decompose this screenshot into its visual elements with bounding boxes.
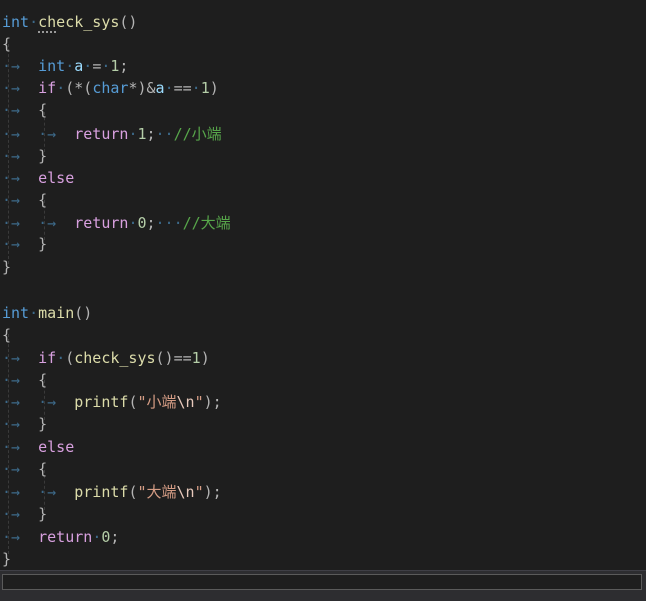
code-line[interactable]: ·→ ·→ printf("小端\n");	[2, 391, 222, 413]
escape-sequence: \n	[176, 393, 195, 411]
horizontal-scrollbar[interactable]	[0, 570, 646, 601]
scrollbar-thumb[interactable]	[2, 574, 642, 590]
keyword-int: int	[2, 13, 30, 31]
variable-a: a	[155, 79, 165, 97]
code-line[interactable]: ·→ ·→ return·0;···//大端	[2, 212, 231, 234]
code-line[interactable]: ·→ }	[2, 503, 47, 525]
code-line[interactable]: ·→ if·(*(char*)&a·==·1)	[2, 77, 219, 99]
function-name: check_sys	[38, 13, 120, 31]
keyword-int: int	[2, 304, 30, 322]
code-line[interactable]: ·→ else	[2, 436, 74, 458]
code-line[interactable]: ·→ {	[2, 458, 47, 480]
number-literal: 1	[200, 79, 210, 97]
keyword-if: if	[38, 79, 57, 97]
escape-sequence: \n	[176, 483, 195, 501]
code-editor[interactable]: int·check_sys() { ·→ int·a·=·1; ·→ if·(*…	[0, 0, 646, 570]
code-line[interactable]: ·→ ·→ return·1;··//小端	[2, 123, 222, 145]
keyword-return: return	[74, 125, 129, 143]
code-line[interactable]: ·→ {	[2, 369, 47, 391]
code-line[interactable]: ·→ {	[2, 99, 47, 121]
comment: //小端	[173, 125, 222, 143]
keyword-int: int	[38, 57, 66, 75]
comment: //大端	[182, 214, 231, 232]
code-line[interactable]: ·→ }	[2, 145, 47, 167]
keyword-char: char	[92, 79, 129, 97]
keyword-if: if	[38, 349, 57, 367]
keyword-return: return	[38, 528, 93, 546]
code-line[interactable]: }	[2, 256, 11, 278]
string-literal: 大端	[146, 483, 177, 501]
keyword-else: else	[38, 169, 75, 187]
number-literal: 1	[191, 349, 201, 367]
function-call: printf	[74, 483, 129, 501]
function-name: main	[38, 304, 75, 322]
code-line[interactable]: ·→ if·(check_sys()==1)	[2, 347, 210, 369]
code-line[interactable]: ·→ }	[2, 413, 47, 435]
code-line[interactable]: ·→ else	[2, 167, 74, 189]
function-call: check_sys	[74, 349, 156, 367]
code-line[interactable]: ·→ int·a·=·1;	[2, 55, 128, 77]
code-line[interactable]: }	[2, 548, 11, 570]
code-line[interactable]: {	[2, 324, 11, 346]
keyword-else: else	[38, 438, 75, 456]
code-line[interactable]: ·→ return·0;	[2, 526, 119, 548]
keyword-return: return	[74, 214, 129, 232]
function-call: printf	[74, 393, 129, 411]
code-line[interactable]: ·→ }	[2, 233, 47, 255]
code-line[interactable]: int·main()	[2, 302, 92, 324]
variable-a: a	[74, 57, 84, 75]
code-line[interactable]: int·check_sys()	[2, 11, 137, 33]
code-line[interactable]: {	[2, 33, 11, 55]
number-literal: 1	[137, 125, 147, 143]
code-line[interactable]: ·→ ·→ printf("大端\n");	[2, 481, 222, 503]
string-literal: 小端	[146, 393, 177, 411]
code-line[interactable]: ·→ {	[2, 189, 47, 211]
number-literal: 0	[137, 214, 147, 232]
